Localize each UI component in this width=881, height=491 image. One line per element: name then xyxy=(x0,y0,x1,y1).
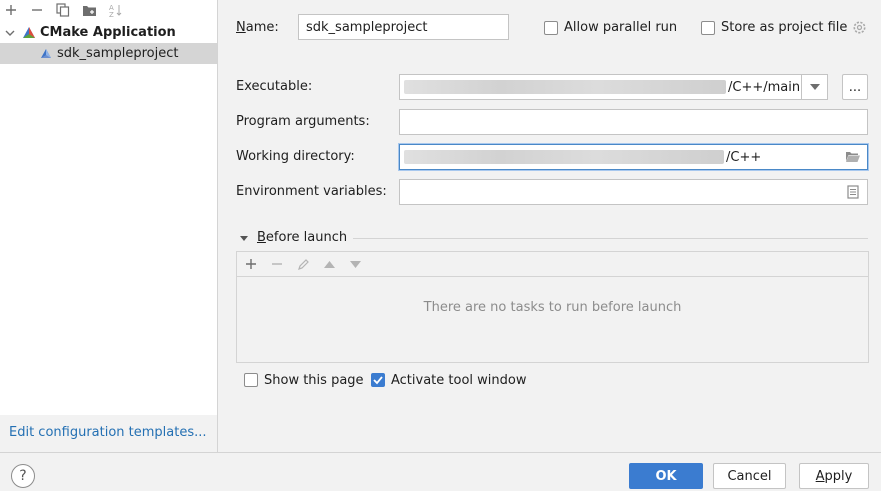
chevron-down-icon[interactable] xyxy=(801,75,827,99)
allow-parallel-run-label: Allow parallel run xyxy=(564,20,678,35)
help-button[interactable]: ? xyxy=(11,464,35,488)
environment-variables-field[interactable] xyxy=(399,179,868,205)
add-icon[interactable] xyxy=(241,255,261,273)
executable-path-suffix: /C++/main xyxy=(728,79,801,95)
new-folder-icon[interactable] xyxy=(79,1,99,19)
tree-group-label: CMake Application xyxy=(40,25,176,40)
folder-open-icon[interactable] xyxy=(845,150,861,167)
program-arguments-field[interactable] xyxy=(399,109,868,135)
before-launch-title: Before launch xyxy=(257,230,348,245)
checkmark-icon xyxy=(373,376,383,385)
working-directory-suffix: /C++ xyxy=(726,149,762,165)
executable-path-prefix-redacted xyxy=(404,80,726,94)
edit-pencil-icon[interactable] xyxy=(293,255,313,273)
before-launch-panel: There are no tasks to run before launch xyxy=(236,251,869,363)
move-up-icon[interactable] xyxy=(319,255,339,273)
before-launch-divider xyxy=(353,238,868,239)
configurations-toolbar: AZ xyxy=(0,0,218,22)
apply-button[interactable]: Apply xyxy=(799,463,869,489)
executable-label: Executable: xyxy=(236,79,313,94)
configurations-panel: AZ CMake Application sdk_sampleproject xyxy=(0,0,218,452)
ok-button[interactable]: OK xyxy=(629,463,703,489)
activate-tool-window-checkbox[interactable] xyxy=(371,373,385,387)
tree-group-cmake-application[interactable]: CMake Application xyxy=(0,22,217,43)
executable-browse-button[interactable]: ... xyxy=(842,74,868,100)
chevron-down-icon[interactable] xyxy=(3,28,17,38)
sort-alphabetically-icon[interactable]: AZ xyxy=(105,1,125,19)
cmake-icon xyxy=(21,25,37,41)
working-directory-label: Working directory: xyxy=(236,149,355,164)
copy-icon[interactable] xyxy=(53,1,73,19)
show-this-page-checkbox[interactable] xyxy=(244,373,258,387)
cancel-button[interactable]: Cancel xyxy=(713,463,786,489)
allow-parallel-run-checkbox[interactable] xyxy=(544,21,558,35)
before-launch-toolbar xyxy=(237,252,868,277)
store-as-project-file-checkbox[interactable] xyxy=(701,21,715,35)
add-icon[interactable] xyxy=(1,1,21,19)
working-directory-field[interactable]: /C++ xyxy=(399,144,868,170)
working-directory-prefix-redacted xyxy=(404,150,724,164)
store-as-project-file-label: Store as project file xyxy=(721,20,848,35)
gear-icon[interactable] xyxy=(852,20,867,39)
cmake-config-icon xyxy=(38,46,54,62)
svg-text:Z: Z xyxy=(109,11,114,17)
tree-item-label: sdk_sampleproject xyxy=(57,46,179,61)
tree-item-sdk-sampleproject[interactable]: sdk_sampleproject xyxy=(0,43,217,64)
edit-configuration-templates-link[interactable]: Edit configuration templates... xyxy=(9,425,207,440)
name-label: Name: xyxy=(236,20,279,35)
executable-combobox[interactable]: /C++/main xyxy=(399,74,828,100)
remove-icon[interactable] xyxy=(267,255,287,273)
chevron-down-icon[interactable] xyxy=(239,232,249,247)
move-down-icon[interactable] xyxy=(345,255,365,273)
document-icon[interactable] xyxy=(847,185,859,203)
program-arguments-label: Program arguments: xyxy=(236,114,370,129)
before-launch-empty-text: There are no tasks to run before launch xyxy=(423,300,682,315)
environment-variables-label: Environment variables: xyxy=(236,184,387,199)
show-this-page-label: Show this page xyxy=(264,373,364,388)
remove-icon[interactable] xyxy=(27,1,47,19)
name-field[interactable]: sdk_sampleproject xyxy=(298,14,509,40)
activate-tool-window-label: Activate tool window xyxy=(391,373,527,388)
